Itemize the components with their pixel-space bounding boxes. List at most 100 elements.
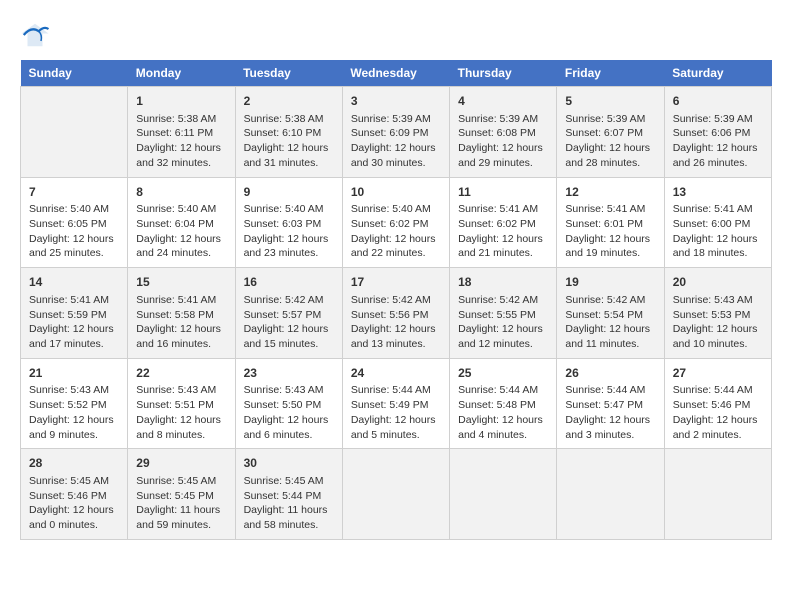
day-content: Sunrise: 5:39 AM Sunset: 6:09 PM Dayligh… — [351, 112, 441, 171]
calendar-week-row: 21Sunrise: 5:43 AM Sunset: 5:52 PM Dayli… — [21, 358, 772, 449]
logo-icon — [20, 20, 50, 50]
calendar-cell: 12Sunrise: 5:41 AM Sunset: 6:01 PM Dayli… — [557, 177, 664, 268]
calendar-week-row: 1 Sunrise: 5:38 AM Sunset: 6:11 PM Daylig… — [21, 87, 772, 178]
day-content: Sunrise: 5:39 AM Sunset: 6:08 PM Dayligh… — [458, 112, 548, 171]
calendar-cell: 10Sunrise: 5:40 AM Sunset: 6:02 PM Dayli… — [342, 177, 449, 268]
calendar-cell: 13Sunrise: 5:41 AM Sunset: 6:00 PM Dayli… — [664, 177, 771, 268]
day-number: 18 — [458, 274, 548, 291]
day-content: Sunrise: 5:38 AM Sunset: 6:10 PM Dayligh… — [244, 112, 334, 171]
day-content: Sunrise: 5:42 AM Sunset: 5:57 PM Dayligh… — [244, 293, 334, 352]
calendar-cell: 6 Sunrise: 5:39 AM Sunset: 6:06 PM Daylig… — [664, 87, 771, 178]
day-number: 2 — [244, 93, 334, 110]
day-content: Sunrise: 5:45 AM Sunset: 5:44 PM Dayligh… — [244, 474, 334, 533]
calendar-cell: 17 Sunrise: 5:42 AM Sunset: 5:56 PM Dayli… — [342, 268, 449, 359]
calendar-cell: 7Sunrise: 5:40 AM Sunset: 6:05 PM Daylig… — [21, 177, 128, 268]
day-number: 30 — [244, 455, 334, 472]
day-number: 6 — [673, 93, 763, 110]
day-content: Sunrise: 5:41 AM Sunset: 6:02 PM Dayligh… — [458, 202, 548, 261]
day-number: 8 — [136, 184, 226, 201]
day-content: Sunrise: 5:45 AM Sunset: 5:46 PM Dayligh… — [29, 474, 119, 533]
day-number: 25 — [458, 365, 548, 382]
calendar-cell: 20 Sunrise: 5:43 AM Sunset: 5:53 PM Dayli… — [664, 268, 771, 359]
day-number: 11 — [458, 184, 548, 201]
calendar-cell: 18 Sunrise: 5:42 AM Sunset: 5:55 PM Dayli… — [450, 268, 557, 359]
calendar-header-row: SundayMondayTuesdayWednesdayThursdayFrid… — [21, 60, 772, 87]
day-content: Sunrise: 5:41 AM Sunset: 5:59 PM Dayligh… — [29, 293, 119, 352]
day-number: 1 — [136, 93, 226, 110]
day-number: 14 — [29, 274, 119, 291]
day-content: Sunrise: 5:39 AM Sunset: 6:06 PM Dayligh… — [673, 112, 763, 171]
calendar-cell: 9Sunrise: 5:40 AM Sunset: 6:03 PM Daylig… — [235, 177, 342, 268]
page-header — [20, 20, 772, 50]
day-number: 22 — [136, 365, 226, 382]
day-content: Sunrise: 5:42 AM Sunset: 5:56 PM Dayligh… — [351, 293, 441, 352]
calendar-cell: 29 Sunrise: 5:45 AM Sunset: 5:45 PM Dayli… — [128, 449, 235, 540]
calendar-cell — [450, 449, 557, 540]
day-content: Sunrise: 5:39 AM Sunset: 6:07 PM Dayligh… — [565, 112, 655, 171]
calendar-cell: 30 Sunrise: 5:45 AM Sunset: 5:44 PM Dayli… — [235, 449, 342, 540]
calendar-cell: 3 Sunrise: 5:39 AM Sunset: 6:09 PM Daylig… — [342, 87, 449, 178]
calendar-cell — [557, 449, 664, 540]
calendar-cell: 4 Sunrise: 5:39 AM Sunset: 6:08 PM Daylig… — [450, 87, 557, 178]
calendar-week-row: 7Sunrise: 5:40 AM Sunset: 6:05 PM Daylig… — [21, 177, 772, 268]
day-content: Sunrise: 5:43 AM Sunset: 5:53 PM Dayligh… — [673, 293, 763, 352]
day-content: Sunrise: 5:41 AM Sunset: 5:58 PM Dayligh… — [136, 293, 226, 352]
day-content: Sunrise: 5:40 AM Sunset: 6:02 PM Dayligh… — [351, 202, 441, 261]
day-content: Sunrise: 5:41 AM Sunset: 6:01 PM Dayligh… — [565, 202, 655, 261]
day-number: 26 — [565, 365, 655, 382]
day-number: 19 — [565, 274, 655, 291]
day-content: Sunrise: 5:45 AM Sunset: 5:45 PM Dayligh… — [136, 474, 226, 533]
day-number: 17 — [351, 274, 441, 291]
day-number: 16 — [244, 274, 334, 291]
calendar-header-sunday: Sunday — [21, 60, 128, 87]
day-content: Sunrise: 5:40 AM Sunset: 6:05 PM Dayligh… — [29, 202, 119, 261]
calendar-cell: 28 Sunrise: 5:45 AM Sunset: 5:46 PM Dayli… — [21, 449, 128, 540]
calendar-cell: 2 Sunrise: 5:38 AM Sunset: 6:10 PM Daylig… — [235, 87, 342, 178]
calendar-cell: 21Sunrise: 5:43 AM Sunset: 5:52 PM Dayli… — [21, 358, 128, 449]
calendar-header-wednesday: Wednesday — [342, 60, 449, 87]
day-number: 24 — [351, 365, 441, 382]
day-content: Sunrise: 5:43 AM Sunset: 5:51 PM Dayligh… — [136, 383, 226, 442]
day-number: 7 — [29, 184, 119, 201]
calendar-cell: 11Sunrise: 5:41 AM Sunset: 6:02 PM Dayli… — [450, 177, 557, 268]
calendar-cell: 15 Sunrise: 5:41 AM Sunset: 5:58 PM Dayli… — [128, 268, 235, 359]
day-content: Sunrise: 5:42 AM Sunset: 5:55 PM Dayligh… — [458, 293, 548, 352]
day-number: 9 — [244, 184, 334, 201]
day-content: Sunrise: 5:38 AM Sunset: 6:11 PM Dayligh… — [136, 112, 226, 171]
day-number: 4 — [458, 93, 548, 110]
calendar-week-row: 14 Sunrise: 5:41 AM Sunset: 5:59 PM Dayli… — [21, 268, 772, 359]
day-content: Sunrise: 5:44 AM Sunset: 5:46 PM Dayligh… — [673, 383, 763, 442]
day-number: 23 — [244, 365, 334, 382]
calendar-cell: 14 Sunrise: 5:41 AM Sunset: 5:59 PM Dayli… — [21, 268, 128, 359]
day-number: 5 — [565, 93, 655, 110]
day-content: Sunrise: 5:44 AM Sunset: 5:49 PM Dayligh… — [351, 383, 441, 442]
calendar-cell — [664, 449, 771, 540]
day-content: Sunrise: 5:41 AM Sunset: 6:00 PM Dayligh… — [673, 202, 763, 261]
day-content: Sunrise: 5:43 AM Sunset: 5:50 PM Dayligh… — [244, 383, 334, 442]
day-content: Sunrise: 5:40 AM Sunset: 6:03 PM Dayligh… — [244, 202, 334, 261]
calendar-cell: 25Sunrise: 5:44 AM Sunset: 5:48 PM Dayli… — [450, 358, 557, 449]
day-number: 3 — [351, 93, 441, 110]
day-number: 29 — [136, 455, 226, 472]
day-content: Sunrise: 5:44 AM Sunset: 5:48 PM Dayligh… — [458, 383, 548, 442]
calendar-cell — [342, 449, 449, 540]
calendar-cell — [21, 87, 128, 178]
calendar-header-tuesday: Tuesday — [235, 60, 342, 87]
day-content: Sunrise: 5:44 AM Sunset: 5:47 PM Dayligh… — [565, 383, 655, 442]
day-number: 15 — [136, 274, 226, 291]
calendar-cell: 26Sunrise: 5:44 AM Sunset: 5:47 PM Dayli… — [557, 358, 664, 449]
calendar-cell: 8Sunrise: 5:40 AM Sunset: 6:04 PM Daylig… — [128, 177, 235, 268]
calendar-week-row: 28 Sunrise: 5:45 AM Sunset: 5:46 PM Dayli… — [21, 449, 772, 540]
logo — [20, 20, 56, 50]
calendar-cell: 19Sunrise: 5:42 AM Sunset: 5:54 PM Dayli… — [557, 268, 664, 359]
calendar-cell: 16 Sunrise: 5:42 AM Sunset: 5:57 PM Dayli… — [235, 268, 342, 359]
day-number: 10 — [351, 184, 441, 201]
day-number: 20 — [673, 274, 763, 291]
calendar-table: SundayMondayTuesdayWednesdayThursdayFrid… — [20, 60, 772, 540]
day-number: 28 — [29, 455, 119, 472]
calendar-header-monday: Monday — [128, 60, 235, 87]
calendar-header-thursday: Thursday — [450, 60, 557, 87]
day-content: Sunrise: 5:40 AM Sunset: 6:04 PM Dayligh… — [136, 202, 226, 261]
calendar-header-saturday: Saturday — [664, 60, 771, 87]
day-number: 13 — [673, 184, 763, 201]
